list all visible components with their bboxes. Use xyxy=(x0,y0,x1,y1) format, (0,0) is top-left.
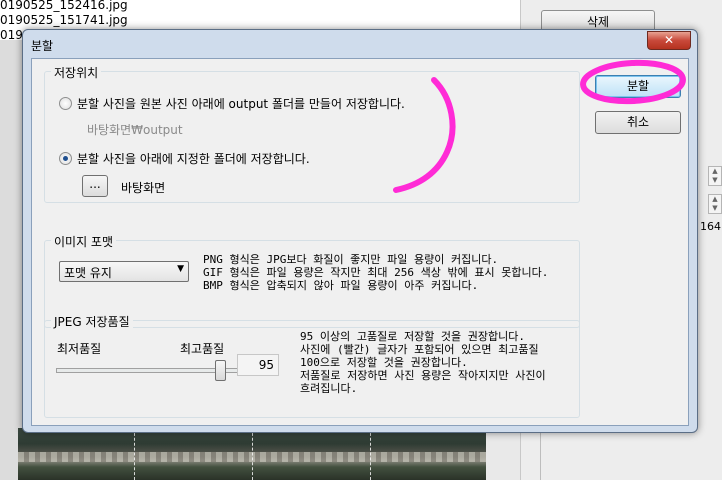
spin-down-icon[interactable]: ▲ ▼ xyxy=(708,194,722,214)
quality-description: 95 이상의 고품질로 저장할 것을 권장합니다. 사진에 (빨간) 글자가 포… xyxy=(300,330,546,395)
file-item[interactable]: 0190525_152416.jpg xyxy=(0,0,128,12)
min-quality-label: 최저품질 xyxy=(57,342,102,356)
save-location-legend: 저장위치 xyxy=(51,64,102,81)
split-dialog: 분할 ✕ 저장위치 분할 사진을 원본 사진 아래에 output 폴더를 만들… xyxy=(22,29,698,433)
close-icon: ✕ xyxy=(663,33,675,47)
format-select-value: 포맷 유지 xyxy=(64,266,112,280)
folder-path-label: 바탕화면 xyxy=(121,181,166,195)
quality-slider-thumb[interactable] xyxy=(214,360,226,381)
grid-line xyxy=(370,428,371,480)
side-number: 164 xyxy=(700,220,721,233)
grid-line xyxy=(134,428,135,480)
max-quality-label: 최고품질 xyxy=(180,342,225,356)
image-format-legend: 이미지 포맷 xyxy=(51,233,117,250)
format-desc-line: BMP 형식은 압축되지 않아 파일 용량이 아주 커집니다. xyxy=(203,279,479,292)
option-custom-folder-label[interactable]: 분할 사진을 아래에 지정한 폴더에 저장합니다. xyxy=(77,150,310,167)
radio-custom-folder[interactable] xyxy=(59,152,72,165)
format-desc-line: GIF 형식은 파일 용량은 작지만 최대 256 색상 밖에 표시 못합니다. xyxy=(203,266,549,279)
spin-up-icon[interactable]: ▲ ▼ xyxy=(708,166,722,186)
quality-desc-line: 저품질로 저장하면 사진 용량은 작아지지만 사진이 xyxy=(300,369,546,382)
quality-desc-line: 95 이상의 고품질로 저장할 것을 권장합니다. xyxy=(300,330,526,343)
quality-desc-line: 사진에 (빨간) 글자가 포함되어 있으면 최고품질 xyxy=(300,343,539,356)
save-location-group: 저장위치 분할 사진을 원본 사진 아래에 output 폴더를 만들어 저장합… xyxy=(44,64,580,203)
title-bar[interactable]: 분할 ✕ xyxy=(23,30,697,56)
left-panel xyxy=(0,40,22,480)
format-desc-line: PNG 형식은 JPG보다 화질이 좋지만 파일 용량이 커집니다. xyxy=(203,253,499,266)
option-output-folder-label[interactable]: 분할 사진을 원본 사진 아래에 output 폴더를 만들어 저장합니다. xyxy=(77,95,405,112)
quality-desc-line: 흐려집니다. xyxy=(300,382,358,395)
format-description: PNG 형식은 JPG보다 화질이 좋지만 파일 용량이 커집니다. GIF 형… xyxy=(203,253,548,292)
grid-line xyxy=(252,428,253,480)
quality-desc-line: 100으로 저장할 것을 권장합니다. xyxy=(300,356,468,369)
cancel-button[interactable]: 취소 xyxy=(595,111,681,134)
quality-value-field[interactable]: 95 xyxy=(237,354,279,376)
radio-output-folder[interactable] xyxy=(59,97,72,110)
chevron-down-icon: ▼ xyxy=(177,264,184,274)
file-item[interactable]: 0190525_151741.jpg xyxy=(0,13,128,27)
browse-folder-button[interactable]: ... xyxy=(82,175,108,197)
dialog-title: 분할 xyxy=(31,39,54,53)
close-button[interactable]: ✕ xyxy=(647,31,691,50)
format-select[interactable]: 포맷 유지 ▼ xyxy=(59,261,189,282)
dialog-client: 저장위치 분할 사진을 원본 사진 아래에 output 폴더를 만들어 저장합… xyxy=(31,58,689,426)
jpeg-quality-legend: JPEG 저장품질 xyxy=(51,313,133,330)
output-path-label: 바탕화면₩output xyxy=(87,123,183,137)
split-button[interactable]: 분할 xyxy=(595,75,681,98)
